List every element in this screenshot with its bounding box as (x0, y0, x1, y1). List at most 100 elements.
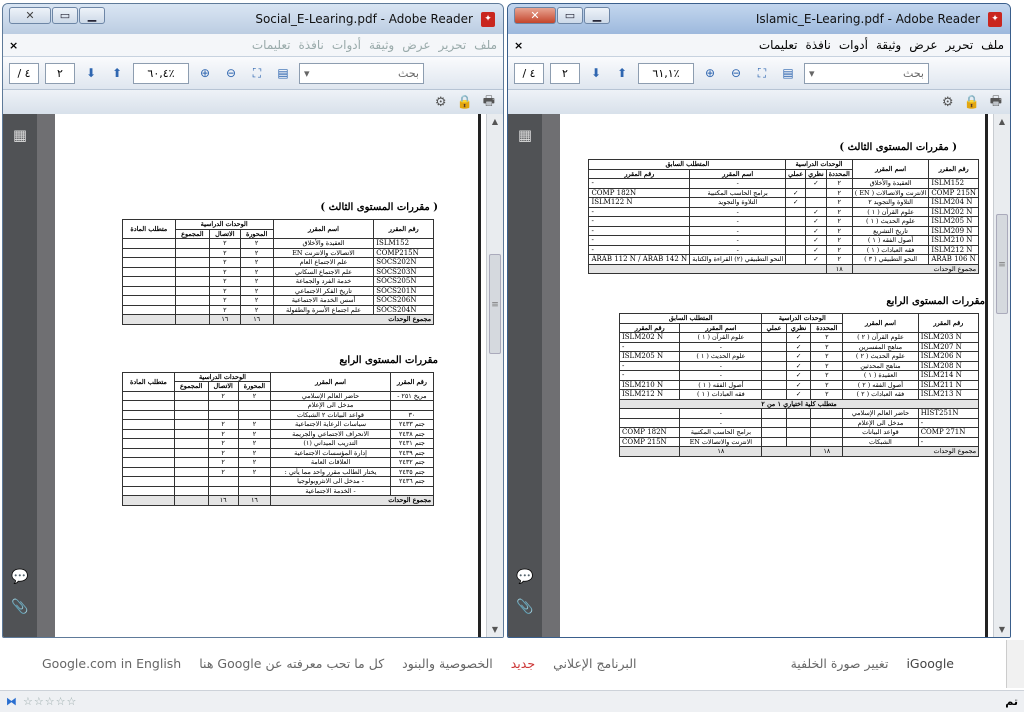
menu-edit[interactable]: تحرير (439, 38, 467, 52)
maximize-window-button[interactable]: ▭ (557, 7, 583, 24)
change-background-link[interactable]: تغيير صورة الخلفية (791, 656, 889, 671)
fit-width-icon[interactable]: ▤ (273, 63, 293, 83)
adobe-reader-window-social[interactable]: ✕ ▭ ▁ Social_E-Learing.pdf - Adobe Reade… (2, 3, 504, 638)
cell-units: ٢ (810, 379, 844, 390)
collaborate-icon[interactable]: ⚙ (435, 95, 447, 110)
menu-file[interactable]: ملف (981, 38, 1004, 52)
search-box[interactable]: ▾ بحث (804, 62, 929, 84)
about-google-link[interactable]: كل ما تحب معرفته عن Google هنا (199, 656, 384, 671)
page-number-input[interactable]: ٢ (550, 62, 580, 84)
zoom-input[interactable]: ٦٠,٤٪ (133, 62, 189, 84)
elective-label: متطلب كلية اختياري ١ من ٢ (619, 398, 979, 409)
th-prereq-name: اسم المقرر (679, 322, 763, 333)
close-doc-icon[interactable]: × (9, 39, 18, 52)
menu-file[interactable]: ملف (474, 38, 497, 52)
empty-cell (122, 466, 175, 477)
cell-theory: ✓ (785, 351, 812, 362)
comments-icon[interactable]: 💬 (508, 569, 542, 585)
attachments-icon[interactable]: 📎 (3, 599, 37, 615)
zoom-in-icon[interactable]: ⊕ (195, 63, 215, 83)
title-bar[interactable]: ✕ ▭ ▁ Social_E-Learing.pdf - Adobe Reade… (3, 4, 503, 34)
secure-icon[interactable]: 🔒 (457, 95, 473, 110)
menu-edit[interactable]: تحرير (946, 38, 974, 52)
zoom-in-icon[interactable]: ⊕ (700, 63, 720, 83)
scroll-down-icon[interactable]: ▼ (994, 625, 1010, 634)
empty-cell (122, 247, 176, 258)
th-name: اسم المقرر (851, 159, 930, 179)
title-bar[interactable]: ✕ ▭ ▁ Islamic_E-Learing.pdf - Adobe Read… (508, 4, 1010, 34)
print-icon[interactable]: 🖶 (483, 92, 495, 114)
vertical-scrollbar[interactable]: ▲ ≡ ▼ (486, 114, 503, 637)
status-bar: ⧓ ☆☆☆☆☆ تم (0, 690, 1024, 712)
browser-scrollbar[interactable] (1006, 640, 1024, 688)
scroll-thumb[interactable]: ≡ (489, 254, 501, 354)
comments-icon[interactable]: 💬 (3, 569, 37, 585)
cell-theory: ✓ (785, 332, 812, 343)
menu-tools[interactable]: أدوات (839, 38, 868, 52)
close-window-button[interactable]: ✕ (9, 7, 51, 24)
pages-icon[interactable]: ▦ (3, 126, 37, 144)
scroll-up-icon[interactable]: ▲ (994, 117, 1010, 126)
next-page-icon[interactable]: ⬇ (586, 63, 606, 83)
pages-icon[interactable]: ▦ (508, 126, 542, 144)
google-english-link[interactable]: Google.com in English (42, 656, 181, 671)
menu-view[interactable]: عرض (909, 38, 937, 52)
cell-theory: ✓ (785, 389, 812, 400)
close-window-button[interactable]: ✕ (514, 7, 556, 24)
cell-theory: ✓ (785, 379, 812, 390)
previous-page-icon[interactable]: ⬆ (612, 63, 632, 83)
cell-name: فقه العبادات ( ٢ ) (842, 389, 919, 400)
cell-units: ٢ (810, 332, 844, 343)
privacy-link[interactable]: الخصوصية والبنود (402, 656, 493, 671)
minimize-window-button[interactable]: ▁ (584, 7, 610, 24)
cell-name: حاضر العالم الإسلامي (842, 408, 919, 419)
menu-document[interactable]: وثيقة (876, 38, 901, 52)
scroll-up-icon[interactable]: ▲ (487, 117, 503, 126)
document-view[interactable]: ( مقررات المستوى الثالث ) رقم المقرر اسم… (37, 114, 503, 637)
menu-help[interactable]: تعليمات (252, 38, 291, 52)
close-doc-icon[interactable]: × (514, 39, 523, 52)
scroll-thumb[interactable]: ≡ (996, 214, 1008, 314)
menu-window[interactable]: نافذة (806, 38, 831, 52)
secure-icon[interactable]: 🔒 (964, 95, 980, 110)
toolbar: / ٤ ٢ ⬇ ⬆ ٦١,١٪ ⊕ ⊖ ⛶ ▤ ▾ بحث (508, 56, 1010, 90)
igoogle-link[interactable]: iGoogle (906, 656, 954, 671)
cell-contact (207, 485, 239, 496)
vertical-scrollbar[interactable]: ▲ ≡ ▼ (993, 114, 1010, 637)
zoom-out-icon[interactable]: ⊖ (726, 63, 746, 83)
cell-prereq-code: - (588, 216, 691, 227)
zoom-input[interactable]: ٦١,١٪ (638, 62, 694, 84)
page-number-input[interactable]: ٢ (45, 62, 75, 84)
attachments-icon[interactable]: 📎 (508, 599, 542, 615)
fit-page-icon[interactable]: ⛶ (752, 63, 772, 83)
cell-prereq-name: - (689, 235, 787, 246)
fit-width-icon[interactable]: ▤ (778, 63, 798, 83)
cell-fixed: ٢ (239, 238, 274, 249)
scroll-down-icon[interactable]: ▼ (487, 625, 503, 634)
th-units: الوحدات الدراسية (173, 371, 272, 382)
minimize-window-button[interactable]: ▁ (79, 7, 105, 24)
print-icon[interactable]: 🖶 (990, 92, 1002, 114)
fit-page-icon[interactable]: ⛶ (247, 63, 267, 83)
menu-view[interactable]: عرض (402, 38, 430, 52)
cell-code: جتم ٢٤٣٣ (389, 419, 435, 430)
adobe-reader-window-islamic[interactable]: ✕ ▭ ▁ Islamic_E-Learing.pdf - Adobe Read… (507, 3, 1011, 638)
zoom-out-icon[interactable]: ⊖ (221, 63, 241, 83)
rating-stars[interactable]: ☆☆☆☆☆ (23, 695, 77, 708)
cell-prereq-name: - (679, 417, 763, 428)
advertising-link[interactable]: البرنامج الإعلاني (553, 656, 636, 671)
page-total: / ٤ (9, 62, 39, 84)
search-box[interactable]: ▾ بحث (299, 62, 424, 84)
secondary-toolbar: ⚙ 🔒 🖶 (508, 90, 1010, 115)
menu-document[interactable]: وثيقة (369, 38, 394, 52)
menu-window[interactable]: نافذة (299, 38, 324, 52)
next-page-icon[interactable]: ⬇ (81, 63, 101, 83)
cell-fixed: ٢ (237, 466, 272, 477)
menu-help[interactable]: تعليمات (759, 38, 798, 52)
menu-tools[interactable]: أدوات (332, 38, 361, 52)
maximize-window-button[interactable]: ▭ (52, 7, 78, 24)
document-view[interactable]: ( مقررات المستوى الثالث ) رقم المقرر اسم… (542, 114, 1010, 637)
collaborate-icon[interactable]: ⚙ (942, 95, 954, 110)
empty-cell (173, 400, 209, 411)
previous-page-icon[interactable]: ⬆ (107, 63, 127, 83)
